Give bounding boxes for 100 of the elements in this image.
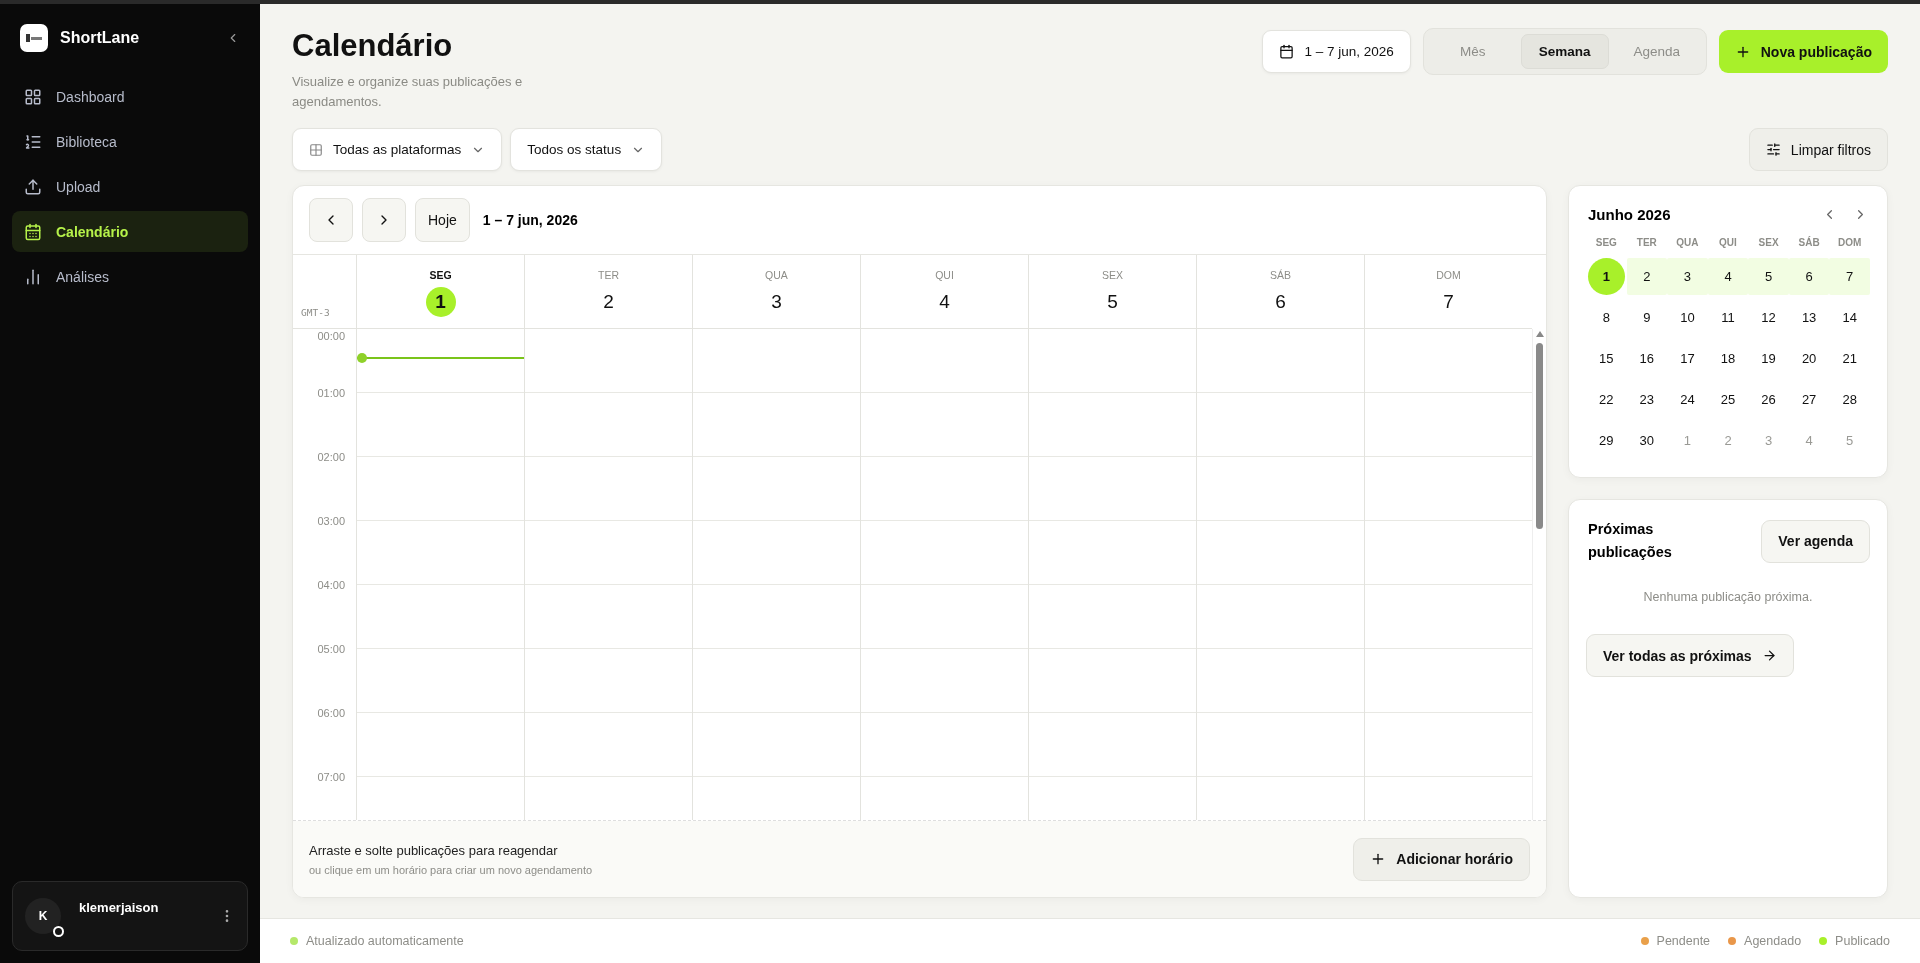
brand-name: ShortLane bbox=[60, 29, 141, 47]
new-post-button[interactable]: Nova publicação bbox=[1718, 30, 1888, 73]
day-number[interactable]: 7 bbox=[1433, 287, 1464, 317]
hour-label: 01:00 bbox=[317, 387, 345, 399]
status-filter[interactable]: Todos os status bbox=[510, 128, 663, 171]
grid-icon bbox=[309, 142, 323, 157]
calendar-day[interactable]: 24 bbox=[1667, 381, 1708, 418]
calendar-day[interactable]: 14 bbox=[1829, 299, 1870, 336]
view-agenda-button[interactable]: Ver agenda bbox=[1761, 519, 1870, 563]
user-card[interactable]: K klemerjaison bbox=[12, 881, 248, 951]
page-title: Calendário bbox=[292, 28, 454, 64]
weekday-label: DOM bbox=[1436, 269, 1461, 281]
hour-label: 02:00 bbox=[317, 451, 345, 463]
calendar-day[interactable]: 16 bbox=[1626, 340, 1668, 377]
calendar-day[interactable]: 30 bbox=[1626, 422, 1668, 459]
today-button[interactable]: Hoje bbox=[415, 198, 470, 242]
calendar-day[interactable]: 29 bbox=[1586, 422, 1627, 459]
calendar-day[interactable]: 3 bbox=[1667, 258, 1708, 295]
calendar-day[interactable]: 28 bbox=[1829, 381, 1870, 418]
day-number[interactable]: 2 bbox=[593, 287, 624, 317]
calendar-day[interactable]: 8 bbox=[1586, 299, 1627, 336]
status-ring-icon bbox=[53, 926, 64, 937]
weekday-label: SÁB bbox=[1270, 269, 1291, 281]
calendar-day[interactable]: 25 bbox=[1707, 381, 1749, 418]
week-range: 1 – 7 jun, 2026 bbox=[482, 212, 578, 228]
calendar-day[interactable]: 1 bbox=[1587, 258, 1625, 295]
weekday-label: SEG bbox=[1594, 237, 1618, 250]
calendar-day[interactable]: 27 bbox=[1788, 381, 1830, 418]
calendar-day[interactable]: 22 bbox=[1586, 381, 1627, 418]
calendar-day[interactable]: 6 bbox=[1788, 258, 1830, 295]
click-hint: ou clique em um horário para criar um novo agendamento bbox=[309, 863, 593, 876]
timezone-label: GMT-3 bbox=[301, 307, 330, 318]
calendar-day[interactable]: 26 bbox=[1748, 381, 1789, 418]
calendar-day[interactable]: 9 bbox=[1626, 299, 1668, 336]
calendar-day[interactable]: 20 bbox=[1788, 340, 1830, 377]
brand-logo bbox=[20, 24, 48, 52]
calendar-day[interactable]: 7 bbox=[1829, 258, 1870, 295]
weekday-label: DOM bbox=[1837, 237, 1863, 250]
calendar-icon bbox=[1279, 44, 1295, 59]
platform-filter[interactable]: Todas as plataformas bbox=[292, 128, 503, 171]
hour-label: 03:00 bbox=[317, 515, 345, 527]
weekday-label: QUA bbox=[765, 269, 788, 281]
sidebar-item[interactable]: Dashboard bbox=[12, 76, 248, 117]
day-number[interactable]: 3 bbox=[761, 287, 792, 317]
calendar-day[interactable]: 10 bbox=[1667, 299, 1708, 336]
sidebar-item[interactable]: Calendário bbox=[12, 211, 248, 252]
calendar-day[interactable]: 11 bbox=[1707, 299, 1749, 336]
weekday-label: SÁB bbox=[1797, 237, 1821, 250]
status-dot bbox=[290, 937, 298, 945]
calendar-day[interactable]: 2 bbox=[1626, 258, 1668, 295]
arrow-right-icon bbox=[1761, 648, 1777, 663]
drag-hint: Arraste e solte publicações para reagendar bbox=[309, 842, 559, 858]
calendar-day[interactable]: 12 bbox=[1748, 299, 1789, 336]
hour-label: 05:00 bbox=[317, 643, 345, 655]
calendar-day[interactable]: 21 bbox=[1829, 340, 1870, 377]
day-number[interactable]: 5 bbox=[1097, 287, 1128, 317]
page-subtitle: Visualize e organize suas publicações e agendamentos. bbox=[292, 73, 524, 111]
weekday-label: QUI bbox=[935, 269, 954, 281]
view-tab[interactable]: Semana bbox=[1520, 34, 1609, 69]
upload-icon bbox=[24, 177, 42, 196]
date-range-button[interactable]: 1 – 7 jun, 2026 bbox=[1262, 30, 1411, 73]
clear-filters-button[interactable]: Limpar filtros bbox=[1748, 128, 1888, 171]
sidebar-item[interactable]: Biblioteca bbox=[12, 121, 248, 162]
day-number[interactable]: 4 bbox=[929, 287, 960, 317]
upcoming-title: Próximas publicações bbox=[1587, 520, 1673, 562]
calendar-day[interactable]: 18 bbox=[1707, 340, 1749, 377]
hour-label: 06:00 bbox=[317, 707, 345, 719]
weekday-label: TER bbox=[598, 269, 619, 281]
month-title: Junho 2026 bbox=[1588, 206, 1672, 223]
calendar-day[interactable]: 23 bbox=[1626, 381, 1668, 418]
sidebar-item[interactable]: Upload bbox=[12, 166, 248, 207]
day-number[interactable]: 6 bbox=[1265, 287, 1296, 317]
sliders-icon bbox=[1765, 142, 1781, 157]
weekday-label: SEG bbox=[429, 269, 452, 281]
calendar-day[interactable]: 4 bbox=[1707, 258, 1749, 295]
user-avatar: K bbox=[25, 898, 61, 934]
weekday-label: QUI bbox=[1718, 237, 1738, 250]
calendar-day[interactable]: 13 bbox=[1788, 299, 1830, 336]
numbered-list-icon bbox=[24, 132, 42, 151]
calendar-day[interactable]: 17 bbox=[1667, 340, 1708, 377]
weekday-label: QUA bbox=[1675, 237, 1700, 250]
legend-label: Pendente bbox=[1656, 934, 1711, 948]
weekday-label: SEX bbox=[1757, 237, 1780, 250]
grid-icon bbox=[24, 87, 42, 106]
calendar-icon bbox=[24, 222, 42, 241]
sync-status: Atualizado automaticamente bbox=[306, 934, 464, 948]
weekday-label: TER bbox=[1635, 237, 1658, 250]
bar-chart-icon bbox=[24, 267, 42, 286]
user-name: klemerjaison bbox=[79, 899, 160, 915]
sidebar-item[interactable]: Análises bbox=[12, 256, 248, 297]
legend-label: Publicado bbox=[1835, 934, 1890, 948]
calendar-day[interactable]: 15 bbox=[1586, 340, 1627, 377]
view-all-button[interactable]: Ver todas as próximas bbox=[1586, 634, 1794, 677]
hour-label: 04:00 bbox=[317, 579, 345, 591]
calendar-day[interactable]: 19 bbox=[1748, 340, 1789, 377]
add-time-button[interactable]: Adicionar horário bbox=[1353, 837, 1530, 881]
weekday-label: SEX bbox=[1102, 269, 1123, 281]
day-number[interactable]: 1 bbox=[425, 287, 456, 317]
calendar-day[interactable]: 5 bbox=[1748, 258, 1789, 295]
hour-label: 07:00 bbox=[317, 771, 345, 783]
